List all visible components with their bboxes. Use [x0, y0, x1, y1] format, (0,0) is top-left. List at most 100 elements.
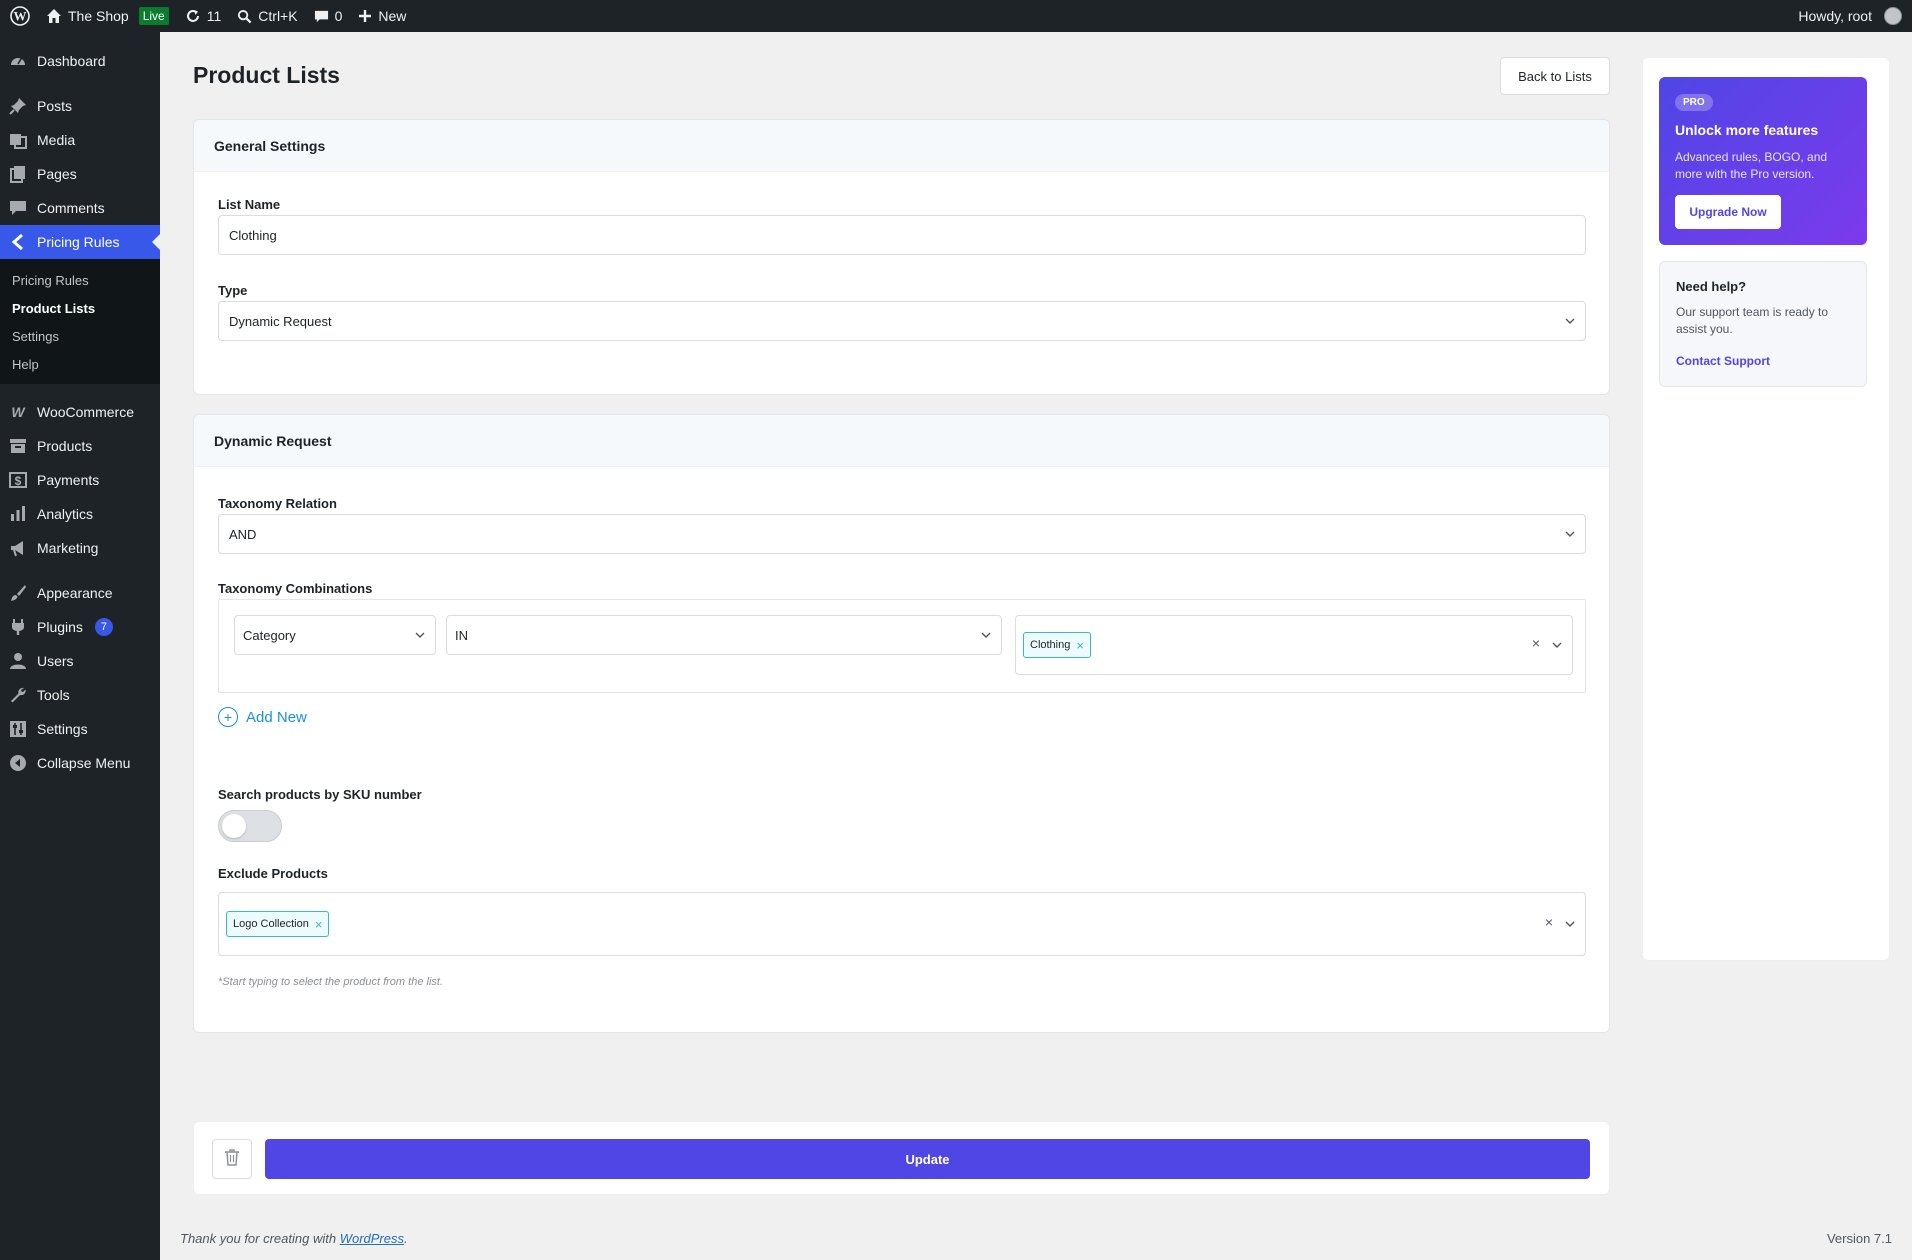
site-name-link[interactable]: The Shop Live [38, 0, 177, 32]
chevron-down-icon[interactable] [1552, 640, 1562, 650]
chevron-down-icon [1565, 529, 1575, 539]
exclude-products-multiselect[interactable]: Logo Collection × × [218, 892, 1586, 956]
menu-label: WooCommerce [37, 404, 134, 420]
svg-text:W: W [14, 9, 27, 24]
clear-selection-icon[interactable]: × [1545, 914, 1553, 930]
sku-search-toggle[interactable] [218, 810, 282, 842]
taxonomy-select[interactable]: Category [234, 615, 436, 655]
list-name-label: List Name [218, 197, 281, 212]
chevron-down-icon [1565, 316, 1575, 326]
menu-item-woocommerce[interactable]: W WooCommerce [0, 395, 160, 429]
menu-item-users[interactable]: Users [0, 644, 160, 678]
live-badge: Live [138, 7, 169, 25]
menu-item-marketing[interactable]: Marketing [0, 531, 160, 565]
taxonomy-relation-select[interactable]: AND [218, 514, 1586, 554]
media-icon [9, 131, 27, 149]
plus-circle-icon: + [218, 707, 238, 727]
bar-chart-icon [9, 505, 27, 523]
chevron-down-icon[interactable] [1565, 919, 1575, 929]
menu-item-analytics[interactable]: Analytics [0, 497, 160, 531]
menu-item-pricing-rules[interactable]: Pricing Rules [0, 225, 160, 259]
right-sidebar: PRO Unlock more features Advanced rules,… [1642, 57, 1890, 961]
pricing-rules-submenu: Pricing Rules Product Lists Settings Hel… [0, 259, 160, 384]
submenu-item-product-lists[interactable]: Product Lists [0, 294, 160, 322]
comment-icon [9, 199, 27, 217]
update-button[interactable]: Update [265, 1139, 1590, 1179]
comments-link[interactable]: 0 [306, 0, 351, 32]
operator-select[interactable]: IN [446, 615, 1002, 655]
type-value: Dynamic Request [229, 313, 332, 329]
submenu-item-help[interactable]: Help [0, 350, 160, 378]
chevron-down-icon [981, 630, 991, 640]
menu-item-comments[interactable]: Comments [0, 191, 160, 225]
megaphone-icon [9, 539, 27, 557]
menu-item-products[interactable]: Products [0, 429, 160, 463]
submenu-item-pricing-rules[interactable]: Pricing Rules [0, 266, 160, 294]
taxonomy-relation-value: AND [229, 526, 257, 542]
menu-item-plugins[interactable]: Plugins 7 [0, 610, 160, 644]
menu-item-pages[interactable]: Pages [0, 157, 160, 191]
contact-support-link[interactable]: Contact Support [1676, 354, 1770, 368]
main-content: Product Lists Back to Lists General Sett… [160, 32, 1912, 1260]
menu-item-appearance[interactable]: Appearance [0, 576, 160, 610]
submenu-item-settings[interactable]: Settings [0, 322, 160, 350]
menu-label: Media [37, 132, 76, 148]
back-to-lists-button[interactable]: Back to Lists [1500, 57, 1610, 95]
avatar [1884, 7, 1902, 25]
general-settings-header: General Settings [194, 120, 1609, 172]
refresh-icon [185, 8, 201, 24]
user-icon [9, 652, 27, 670]
menu-label: Settings [37, 721, 88, 737]
menu-item-settings[interactable]: Settings [0, 712, 160, 746]
updates-count: 11 [206, 8, 222, 24]
menu-item-posts[interactable]: Posts [0, 89, 160, 123]
footer-thanks-prefix: Thank you for creating with [180, 1231, 340, 1246]
menu-label: Appearance [37, 585, 113, 601]
chevron-down-icon [415, 630, 425, 640]
upgrade-now-button[interactable]: Upgrade Now [1675, 195, 1781, 229]
wordpress-logo-icon[interactable]: W [2, 0, 38, 32]
menu-item-tools[interactable]: Tools [0, 678, 160, 712]
comment-icon [314, 9, 329, 24]
collapse-icon [9, 754, 27, 772]
delete-button[interactable] [212, 1139, 252, 1179]
dashboard-icon [9, 52, 27, 70]
chevron-left-icon [9, 233, 27, 251]
toggle-knob [222, 814, 246, 838]
account-menu[interactable]: Howdy, root [1790, 0, 1912, 32]
add-new-combination-button[interactable]: + Add New [218, 707, 307, 727]
excluded-product-tag: Logo Collection × [226, 911, 330, 937]
new-content-link[interactable]: New [350, 0, 414, 32]
updates-link[interactable]: 11 [177, 0, 230, 32]
tag-label: Logo Collection [233, 918, 309, 930]
menu-item-payments[interactable]: $ Payments [0, 463, 160, 497]
site-name: The Shop [68, 8, 129, 24]
type-select[interactable]: Dynamic Request [218, 301, 1586, 341]
footer-thanks: Thank you for creating with WordPress. [180, 1231, 408, 1246]
terms-multiselect[interactable]: Clothing × × [1015, 615, 1573, 675]
menu-item-collapse[interactable]: Collapse Menu [0, 746, 160, 780]
tag-label: Clothing [1030, 639, 1071, 651]
action-bar: Update [193, 1121, 1610, 1195]
clear-selection-icon[interactable]: × [1532, 635, 1540, 651]
remove-tag-icon[interactable]: × [1076, 639, 1084, 652]
wordpress-link[interactable]: WordPress [340, 1231, 404, 1246]
menu-label: Posts [37, 98, 73, 114]
selected-term-tag: Clothing × [1023, 632, 1091, 658]
menu-item-dashboard[interactable]: Dashboard [0, 44, 160, 78]
plus-icon [358, 9, 372, 23]
menu-label: Users [37, 653, 74, 669]
brush-icon [9, 584, 27, 602]
list-name-input[interactable]: Clothing [218, 215, 1586, 255]
menu-item-media[interactable]: Media [0, 123, 160, 157]
trash-icon [224, 1148, 240, 1171]
pro-description: Advanced rules, BOGO, and more with the … [1675, 150, 1828, 181]
settings-icon [9, 720, 27, 738]
command-search[interactable]: Ctrl+K [229, 0, 305, 32]
svg-text:$: $ [15, 474, 22, 488]
remove-tag-icon[interactable]: × [315, 918, 323, 931]
footer-thanks-suffix: . [404, 1231, 408, 1246]
menu-label: Marketing [37, 540, 99, 556]
menu-label: Tools [37, 687, 70, 703]
help-title: Need help? [1676, 279, 1747, 294]
